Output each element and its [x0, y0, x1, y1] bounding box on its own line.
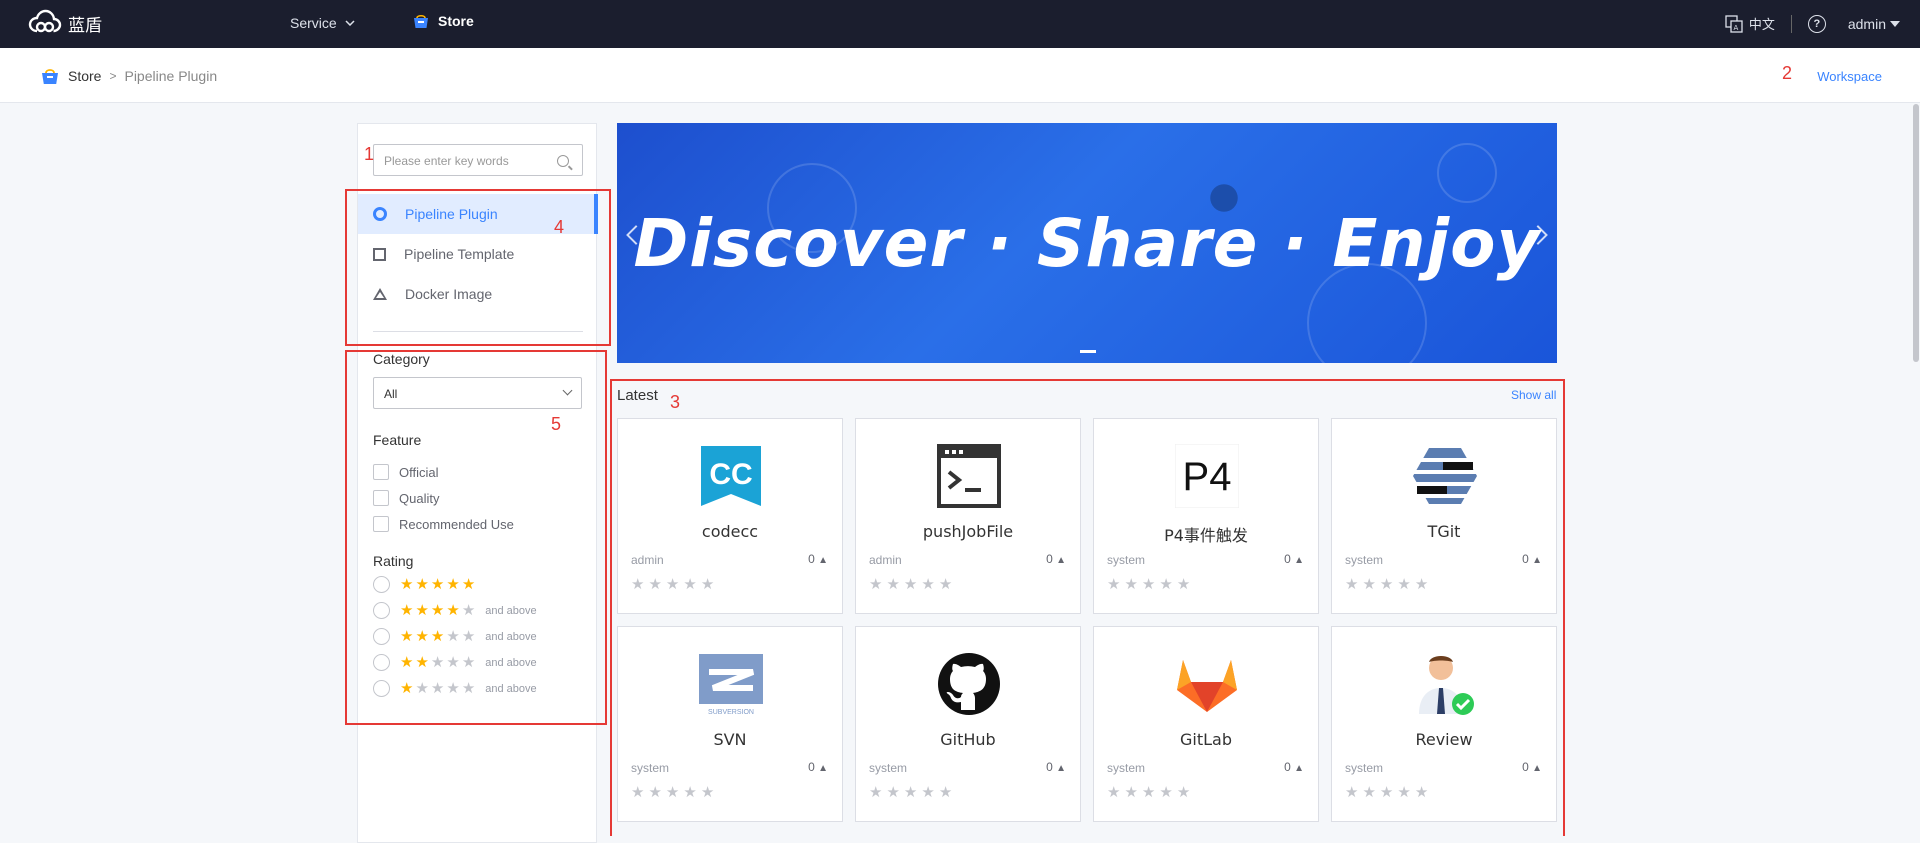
search-icon[interactable]	[557, 155, 569, 167]
translate-icon: A	[1725, 14, 1743, 33]
workspace-link[interactable]: Workspace	[1817, 69, 1882, 84]
language-label: 中文	[1748, 18, 1775, 33]
breadcrumb-bar: Store > Pipeline Plugin 2 Workspace	[0, 48, 1920, 103]
breadcrumb-store[interactable]: Store	[68, 68, 101, 84]
brand-name: 蓝盾	[68, 15, 102, 36]
breadcrumb: Store > Pipeline Plugin	[40, 67, 217, 85]
annotation-number: 5	[551, 414, 562, 434]
annotation-number: 1	[364, 144, 375, 164]
annotation-number: 4	[554, 217, 565, 237]
page-scrollbar[interactable]	[1910, 103, 1920, 836]
nav-store[interactable]: Store	[412, 13, 474, 29]
username: admin	[1847, 15, 1886, 32]
nav-service[interactable]: Service	[290, 15, 355, 31]
top-right-tools: A 中文 ? admin	[1725, 14, 1900, 33]
annotation-box	[345, 189, 611, 346]
scrollbar-thumb[interactable]	[1913, 104, 1919, 362]
divider	[1790, 14, 1792, 33]
carousel-indicator[interactable]	[1080, 350, 1096, 353]
annotation-box	[610, 379, 1565, 836]
chevron-down-icon	[345, 20, 355, 26]
nav-service-label: Service	[290, 15, 337, 31]
svg-text:A: A	[1733, 24, 1738, 32]
annotation-box	[345, 350, 607, 725]
breadcrumb-current: Pipeline Plugin	[124, 68, 218, 84]
annotation-number: 3	[670, 392, 681, 412]
cloud-logo-icon	[28, 9, 62, 33]
banner-title: Discover · Share · Enjoy	[633, 205, 1541, 282]
caret-down-icon	[1890, 20, 1900, 27]
language-switch[interactable]: A 中文	[1725, 14, 1775, 33]
promo-banner[interactable]: Discover · Share · Enjoy	[617, 123, 1557, 363]
annotation-number: 2	[1781, 63, 1792, 83]
top-navbar: 蓝盾 Service Store A 中文 ? admin	[0, 0, 1920, 48]
help-icon[interactable]: ?	[1807, 14, 1826, 33]
banner-decoration	[1437, 143, 1497, 203]
nav-store-label: Store	[438, 13, 474, 29]
store-icon	[414, 14, 428, 28]
user-menu[interactable]: admin	[1848, 16, 1900, 32]
logo[interactable]: 蓝盾	[28, 9, 102, 37]
search-input[interactable]: Please enter key words	[373, 144, 583, 176]
store-icon	[42, 69, 58, 84]
breadcrumb-separator-icon: >	[109, 69, 117, 83]
